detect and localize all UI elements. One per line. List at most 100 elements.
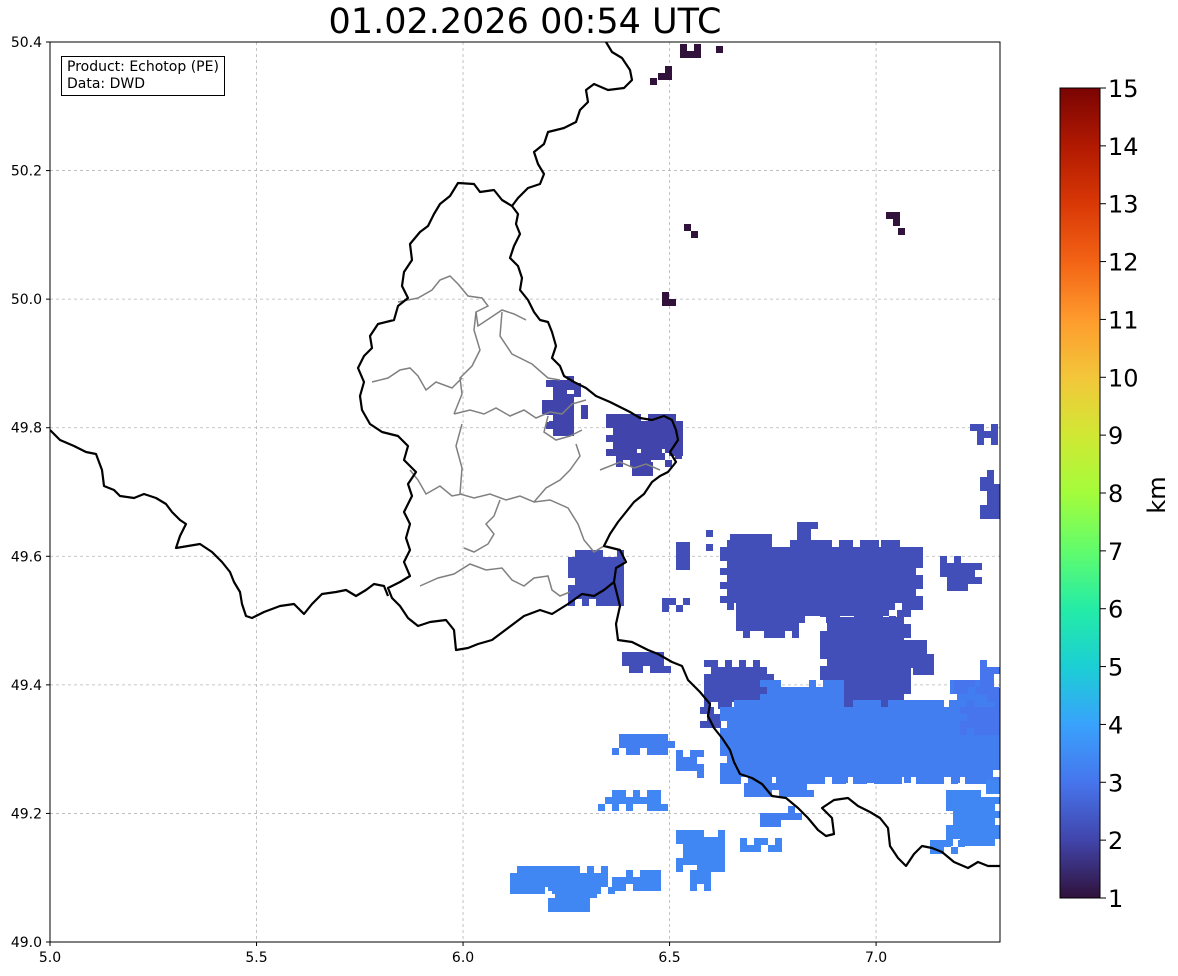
echo-cell [720, 749, 727, 756]
echo-cell [902, 596, 909, 603]
echo-cell [890, 741, 897, 748]
echo-cell [697, 830, 704, 837]
echo-cell [914, 735, 921, 742]
echo-cell [869, 694, 876, 701]
echo-cell [662, 605, 669, 612]
echo-cell [697, 837, 704, 844]
echo-cell [811, 554, 818, 561]
echo-cell [601, 880, 608, 887]
echo-cell [583, 884, 590, 891]
echo-cell [865, 540, 872, 547]
echo-cell [655, 435, 662, 442]
echo-cell [575, 550, 582, 557]
echo-cell [805, 567, 812, 574]
echo-cell [834, 734, 841, 741]
echo-cell [587, 873, 594, 880]
echo-cell [690, 858, 697, 865]
echo-cell [576, 884, 583, 891]
echo-cell [675, 452, 682, 459]
echo-cell [771, 631, 778, 638]
echo-cell [823, 687, 830, 694]
echo-cell [627, 435, 634, 442]
echo-cell [553, 394, 560, 401]
echo-cell [805, 560, 812, 567]
echo-cell [830, 680, 837, 687]
echo-cell [846, 547, 853, 554]
echo-cell [953, 748, 960, 755]
echo-cell [720, 763, 727, 770]
echo-cell [897, 748, 904, 755]
echo-cell [654, 797, 661, 804]
echo-cell [690, 750, 697, 757]
echo-cell [840, 588, 847, 595]
echo-cell [890, 617, 897, 624]
echo-cell [907, 707, 914, 714]
echo-cell [900, 735, 907, 742]
echo-cell [654, 884, 661, 891]
echo-cell [553, 387, 560, 394]
echo-cell [832, 554, 839, 561]
echo-cell [690, 884, 697, 891]
echo-cell [737, 555, 744, 562]
echo-cell [987, 681, 994, 688]
echo-cell [900, 728, 907, 735]
echo-cell [718, 688, 725, 695]
echo-cell [606, 435, 613, 442]
echo-cell [690, 877, 697, 884]
colorbar-tick-label: 14 [1108, 133, 1139, 161]
echo-cell [911, 762, 918, 769]
echo-cell [895, 589, 902, 596]
echo-cell [902, 582, 909, 589]
echo-cell [840, 581, 847, 588]
echo-cell [779, 783, 786, 790]
echo-cell [869, 610, 876, 617]
echo-cell [809, 680, 816, 687]
echo-cell [974, 714, 981, 721]
echo-cell [769, 763, 776, 770]
echo-cell [517, 873, 524, 880]
echo-cell [946, 769, 953, 776]
x-tick-label: 6.0 [452, 950, 474, 966]
echo-cell [769, 742, 776, 749]
echo-cell [841, 673, 848, 680]
echo-cell [961, 584, 968, 591]
echo-cell [841, 769, 848, 776]
colorbar-tick-label: 13 [1108, 191, 1139, 219]
echo-cell [727, 547, 734, 554]
echo-cell [890, 769, 897, 776]
echo-cell [748, 707, 755, 714]
echo-cell [627, 428, 634, 435]
echo-cell [846, 561, 853, 568]
echo-cell [834, 741, 841, 748]
echo-cell [747, 845, 754, 852]
echo-cell [687, 51, 694, 58]
echo-cell [827, 741, 834, 748]
echo-cell [788, 806, 795, 813]
echo-cell [827, 652, 834, 659]
echo-cell [797, 522, 804, 529]
echo-cell [737, 541, 744, 548]
echo-cell [630, 446, 637, 453]
y-tick-label: 49.8 [11, 421, 42, 437]
echo-cell [862, 720, 869, 727]
echo-cell [890, 694, 897, 701]
echo-cell [913, 647, 920, 654]
echo-cell [974, 832, 981, 839]
echo-cell [676, 556, 683, 563]
echo-cell [834, 666, 841, 673]
echo-cell [897, 610, 904, 617]
echo-cell [875, 595, 882, 602]
echo-cell [552, 866, 559, 873]
echo-cell [798, 588, 805, 595]
echo-cell [840, 567, 847, 574]
echo-cell [906, 640, 913, 647]
echo-cell [784, 588, 791, 595]
echo-cell [785, 596, 792, 603]
colorbar-tick-label: 1 [1108, 885, 1123, 913]
echo-cell [860, 707, 867, 714]
echo-cell [946, 790, 953, 797]
echo-cell [776, 777, 783, 784]
echo-cell [697, 844, 704, 851]
x-tick-label: 6.5 [658, 950, 680, 966]
echo-cell [755, 700, 762, 707]
